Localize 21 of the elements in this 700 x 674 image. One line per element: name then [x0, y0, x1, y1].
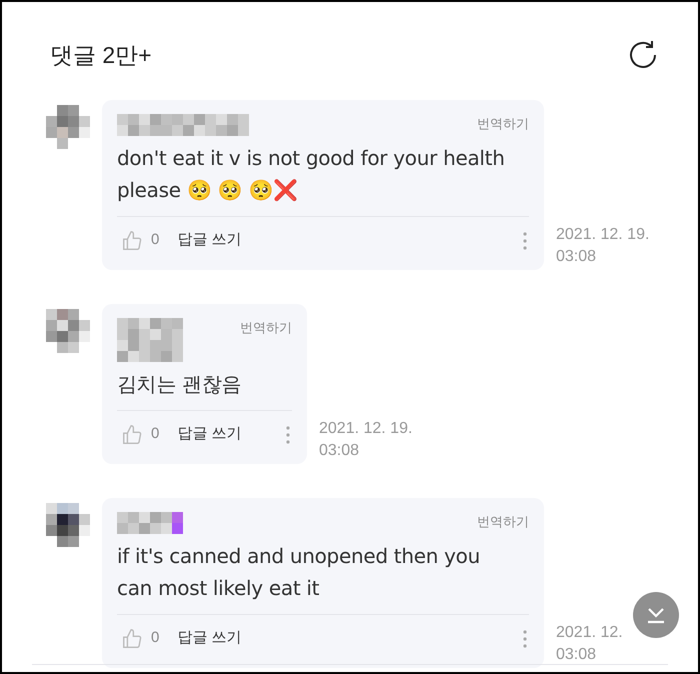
- reply-button[interactable]: 답글 쓰기: [177, 423, 242, 446]
- comment-text: if it's canned and unopened then you can most likely eat it: [117, 543, 481, 602]
- comment-text: 김치는 괜찮음: [117, 371, 242, 398]
- comment-timestamp: 2021. 12. 19. 03:08: [556, 225, 650, 267]
- comment-text: don't eat it v is not good for your health please 🥺 🥺 🥺❌: [117, 145, 506, 204]
- reply-button[interactable]: 답글 쓰기: [177, 229, 242, 252]
- reply-button[interactable]: 답글 쓰기: [177, 627, 242, 650]
- like-count: 0: [151, 424, 160, 444]
- comment-timestamp: 2021. 12. 19. 03:08: [319, 419, 412, 461]
- chevron-down-icon: [645, 605, 667, 625]
- more-options-icon[interactable]: [523, 232, 527, 250]
- comments-title: 댓글 2만+: [50, 40, 152, 70]
- thumbs-up-icon[interactable]: [121, 424, 143, 446]
- scroll-to-bottom-button[interactable]: [633, 592, 679, 638]
- more-options-icon[interactable]: [523, 630, 527, 648]
- thumbs-up-icon[interactable]: [121, 628, 143, 650]
- like-count: 0: [151, 628, 160, 648]
- thumbs-up-icon[interactable]: [121, 230, 143, 252]
- more-options-icon[interactable]: [286, 426, 290, 444]
- comment-timestamp: 2021. 12. 03:08: [556, 623, 623, 665]
- like-count: 0: [151, 230, 160, 250]
